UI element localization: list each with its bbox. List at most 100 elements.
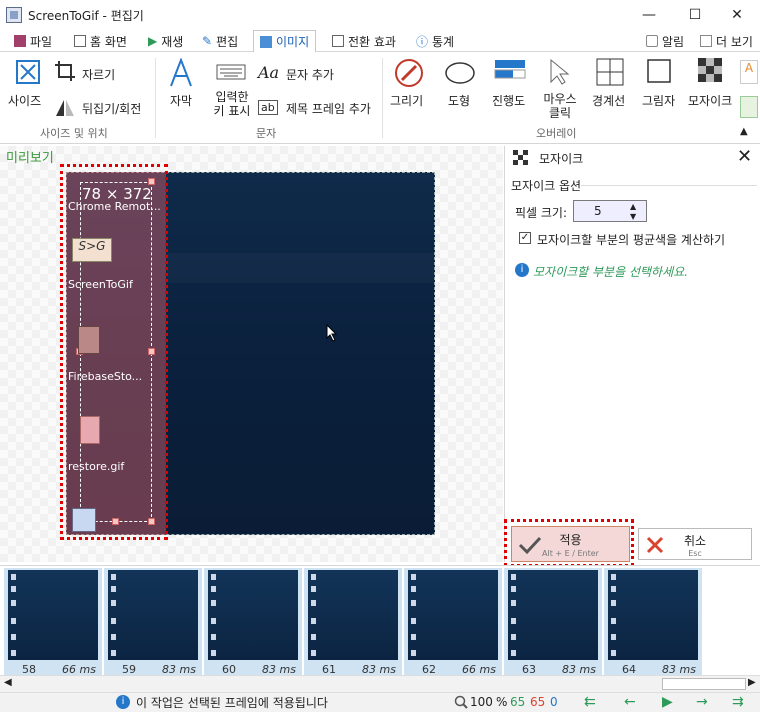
tab-file[interactable]: 파일 (8, 30, 58, 52)
app-icon (6, 7, 22, 23)
scroll-right-icon[interactable]: ▶ (748, 677, 756, 688)
frame-strip: 58 66 ms 59 83 ms 60 83 ms 61 83 ms 62 66 ms … (0, 565, 760, 676)
group-label-text: 문자 (256, 127, 277, 140)
scroll-left-icon[interactable]: ◀ (4, 677, 12, 688)
border-icon (596, 58, 624, 86)
gif-file-icon (80, 416, 100, 444)
panel-title: 모자이크 (539, 152, 584, 166)
file-icon (78, 326, 100, 354)
bell-icon (646, 35, 658, 47)
frame-item[interactable]: 63 83 ms (504, 568, 602, 676)
tab-edit[interactable]: ✎ 편집 (196, 30, 244, 52)
notifications-button[interactable]: 알림 (640, 30, 690, 52)
save-icon (14, 35, 26, 47)
keystrokes-button[interactable]: 입력한 키 표시 (212, 90, 252, 118)
shape-icon (445, 62, 475, 84)
tab-image[interactable]: 이미지 (253, 30, 317, 53)
home-icon (74, 35, 86, 47)
tab-playback[interactable]: ▶ 재생 (142, 30, 189, 52)
tab-transitions[interactable]: 전환 효과 (326, 30, 402, 52)
more-button[interactable]: 더 보기 (694, 30, 759, 52)
previous-frame-icon[interactable]: ← (624, 694, 636, 710)
resize-handle[interactable] (148, 518, 155, 525)
free-text-icon: Aa (258, 63, 280, 82)
pixel-size-spinner[interactable]: 5 ▲ ▼ (573, 200, 647, 222)
obfuscate-button[interactable]: 모자이크 (688, 92, 732, 109)
shadow-button[interactable]: 그림자 (642, 92, 675, 109)
frame-item[interactable]: 64 83 ms (604, 568, 702, 676)
frame-item[interactable]: 62 66 ms (404, 568, 502, 676)
ribbon-separator (155, 58, 156, 138)
draw-button[interactable]: 그리기 (390, 92, 423, 109)
spinner-up-icon[interactable]: ▲ (630, 202, 636, 211)
frame-item[interactable]: 58 66 ms (4, 568, 102, 676)
apply-highlight (504, 519, 634, 567)
preview-label: 미리보기 (6, 151, 54, 166)
shadow-icon (647, 59, 671, 83)
desktop-icon-label: restore.gif (68, 460, 125, 473)
scrollbar-thumb[interactable] (662, 678, 746, 690)
progress-icon (494, 60, 526, 79)
maximize-button[interactable]: ☐ (672, 0, 718, 30)
pencil-icon: ✎ (202, 34, 213, 48)
zoom-icon (454, 695, 468, 709)
desktop-icon-label: Chrome Remot... (68, 200, 161, 213)
caption-button[interactable]: 자막 (170, 92, 192, 109)
panel-close-button[interactable]: ✕ (737, 146, 752, 167)
mouse-cursor-icon (550, 58, 570, 85)
progress-button[interactable]: 진행도 (492, 92, 525, 109)
resize-icon (16, 60, 40, 84)
mouse-cursor (326, 324, 338, 342)
keyboard-icon (216, 64, 246, 80)
border-button[interactable]: 경계선 (592, 92, 625, 109)
desktop-icon-label: ScreenToGif (68, 278, 133, 291)
resize-button[interactable]: 사이즈 (8, 92, 41, 109)
frame-item[interactable]: 60 83 ms (204, 568, 302, 676)
mouse-clicks-button[interactable]: 마우스 클릭 (540, 92, 580, 120)
zoom-value[interactable]: 100 (470, 695, 493, 709)
shape-button[interactable]: 도형 (448, 92, 470, 109)
transition-icon (332, 35, 344, 47)
more-icon (700, 35, 712, 47)
frame-item[interactable]: 61 83 ms (304, 568, 402, 676)
info-icon: i (116, 695, 130, 709)
cancel-button[interactable]: 취소 Esc (638, 528, 752, 560)
cancel-label: 취소 (683, 534, 707, 548)
resize-handle[interactable] (148, 178, 155, 185)
resize-handle[interactable] (148, 348, 155, 355)
tab-statistics[interactable]: ⓘ 통계 (410, 30, 460, 52)
crop-button[interactable]: 자르기 (82, 66, 115, 83)
current-frame: 0 (550, 695, 558, 709)
average-color-label: 모자이크할 부분의 평균색을 계산하기 (537, 233, 726, 247)
average-color-checkbox[interactable]: ✓ (519, 232, 531, 244)
frame-item[interactable]: 59 83 ms (104, 568, 202, 676)
options-divider (581, 185, 757, 186)
free-text-button[interactable]: 문자 추가 (286, 66, 334, 83)
next-frame-icon[interactable]: → (696, 694, 708, 710)
collapse-ribbon-icon[interactable]: ▲ (740, 126, 748, 137)
options-header: 모자이크 옵션 (511, 179, 582, 193)
last-frame-icon[interactable]: ⇉ (732, 694, 744, 710)
first-frame-icon[interactable]: ⇇ (584, 694, 596, 710)
document-icon (72, 508, 96, 532)
play-icon[interactable]: ▶ (662, 694, 673, 710)
group-label-size: 사이즈 및 위치 (40, 127, 108, 140)
screentogif-icon: S>G (72, 238, 112, 262)
tab-home[interactable]: 홈 화면 (68, 30, 133, 52)
resize-handle[interactable] (112, 518, 119, 525)
spinner-down-icon[interactable]: ▼ (630, 212, 636, 221)
mosaic-icon (513, 150, 528, 165)
flip-rotate-button[interactable]: 뒤집기/회전 (82, 100, 141, 117)
window-title: ScreenToGif - 편집기 (28, 9, 144, 23)
watermark-icon[interactable]: A (740, 60, 758, 84)
mosaic-panel: 모자이크 ✕ 모자이크 옵션 픽셀 크기: 5 ▲ ▼ ✓ 모자이크할 부분의 … (504, 146, 760, 562)
status-bar (0, 692, 760, 712)
close-button[interactable]: ✕ (714, 0, 760, 30)
crop-icon (55, 61, 75, 81)
minimize-button[interactable]: — (626, 0, 672, 30)
pixel-size-value: 5 (594, 204, 602, 218)
horizontal-scrollbar[interactable]: ◀ ▶ (0, 675, 760, 692)
ribbon: 사이즈 자르기 뒤집기/회전 사이즈 및 위치 자막 입력한 키 표시 Aa 문… (0, 52, 760, 144)
title-frame-button[interactable]: 제목 프레임 추가 (286, 100, 371, 117)
chart-icon[interactable] (740, 96, 758, 118)
